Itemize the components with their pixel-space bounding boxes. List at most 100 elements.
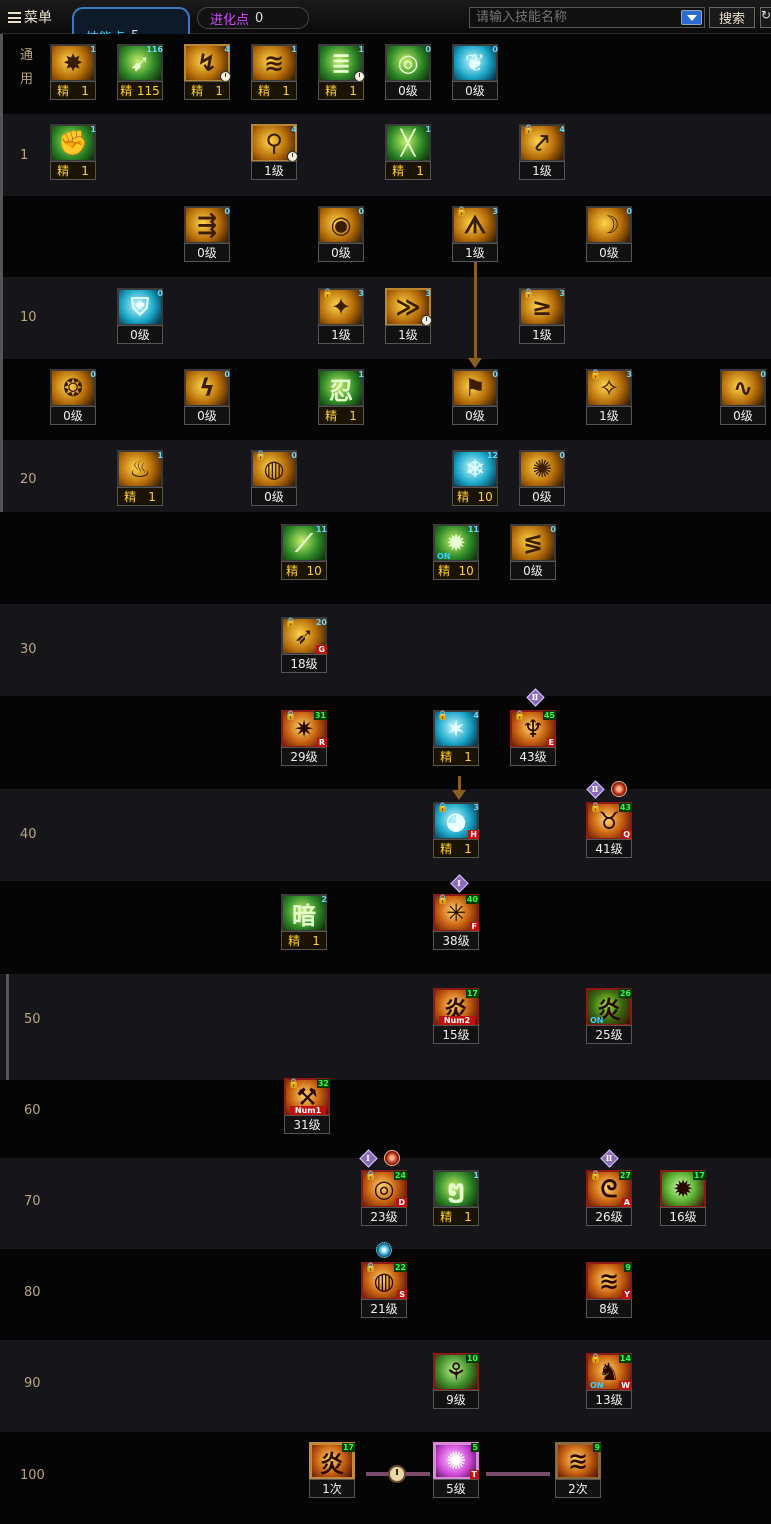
search-dropdown-button[interactable] [681,10,702,25]
row-level-30: 30 [0,604,771,696]
skill-l5-2[interactable]: ◉ 0 0级 [316,206,368,264]
tier-marker-label: Ⅰ [366,1153,370,1163]
skill-l80-1[interactable]: ◍ 🔒 22 S 21级 [359,1262,411,1320]
refresh-icon[interactable]: ↻ [760,7,771,28]
skill-level: 0级 [720,406,766,425]
skill-l20-1[interactable]: ♨ 1 精1 [115,450,167,508]
skill-l40-1[interactable]: ◕ 🔒 3 H 精1 [431,802,483,860]
skill-l10-2[interactable]: ✦ 🔒 3 1级 [316,288,368,346]
skill-l15-5[interactable]: ✧ 🔒 3 1级 [584,369,636,427]
skill-level: 21级 [361,1299,407,1318]
jing-value: 1 [312,933,320,948]
skill-l100-3[interactable]: ≋ 9 2次 [553,1442,605,1500]
skill-l70-3[interactable]: ᘓ 🔒 27 A 26级 [584,1170,636,1228]
skill-l35-1[interactable]: ✷ 🔒 31 R 29级 [279,710,331,768]
skill-l15-2[interactable]: ϟ 0 0级 [182,369,234,427]
evolution-points-value: 0 [255,10,264,26]
row-level-100: 100 [0,1432,771,1524]
skill-l15-4[interactable]: ⚑ 0 0级 [450,369,502,427]
skill-l80-2[interactable]: ≋ 9 Y 8级 [584,1262,636,1320]
skill-badge: 17 [465,989,479,998]
skill-badge: 4 [559,125,565,134]
skill-l25-3[interactable]: ≶ 0 0级 [508,524,560,582]
skill-l10-4[interactable]: ≥ 🔒 3 1级 [517,288,569,346]
skill-l20-3[interactable]: ❄ 12 精 10 [450,450,502,508]
skill-general-4[interactable]: ≋ 1 精1 [249,44,301,102]
jing-value: 10 [306,563,322,578]
skill-general-5[interactable]: ≣ 1 精1 [316,44,368,102]
row-level-25 [0,512,771,604]
jing-label: 精 [392,164,405,178]
lock-icon: 🔒 [523,125,535,135]
skill-l60-1[interactable]: ⚒ 🔒 32 Num1 31级 [282,1078,334,1136]
skill-l15-6[interactable]: ∿ 0 0级 [718,369,770,427]
search-button[interactable]: 搜索 [709,7,755,28]
skill-l40-2[interactable]: ♉ 🔒 43 Q 41级 [584,802,636,860]
skill-l1-3[interactable]: ╳ 1 精1 [383,124,435,182]
skill-general-6[interactable]: ◎ 0 0级 [383,44,435,102]
skill-l25-1[interactable]: ⟋ 11 精 10 [279,524,331,582]
hotkey-label: R [316,738,327,747]
skill-l45-1[interactable]: 暗 2 精1 [279,894,331,952]
spiral-skill-icon: ໆ [433,1170,479,1208]
skill-badge: 1 [425,125,431,134]
jing-label: 精 [258,84,271,98]
skill-l70-1[interactable]: ◎ 🔒 24 D 23级 [359,1170,411,1228]
jing-label: 精 [438,564,451,578]
skill-l10-1[interactable]: ⛨ 0 0级 [115,288,167,346]
skill-level: 18级 [281,654,327,673]
tier-2-marker-icon: Ⅱ [587,781,603,797]
skill-l1-1[interactable]: ✊ 1 精1 [48,124,100,182]
skill-l25-2[interactable]: ✹ 11 ON 精 10 [431,524,483,582]
skill-l5-1[interactable]: ⇶ 0 0级 [182,206,234,264]
skill-l90-2[interactable]: ♞ 🔒 14 W ON 13级 [584,1353,636,1411]
skill-l70-2[interactable]: ໆ 1 精1 [431,1170,483,1228]
skill-l5-3[interactable]: ᗑ 🔒 3 1级 [450,206,502,264]
skill-l15-3[interactable]: 忍 1 精1 [316,369,368,427]
skill-l35-3[interactable]: ♆ 🔒 45 E 43级 [508,710,560,768]
jing-label: 精 [325,409,338,423]
prereq-connector [474,262,477,360]
skill-general-1[interactable]: ✸ 1 精1 [48,44,100,102]
evolution-points-tab[interactable]: 进化点 0 [197,7,309,29]
skill-l20-2[interactable]: ◍ 🔒 0 0级 [249,450,301,508]
jing-label: 精 [57,164,70,178]
skill-l50-2[interactable]: 炎 26 ON 25级 [584,988,636,1046]
skill-l1-4[interactable]: ⤤ 🔒 4 1级 [517,124,569,182]
skill-l30-1[interactable]: ➶ 🔒 20 G 18级 [279,617,331,675]
burst-skill-icon: ❂ [50,369,96,407]
skill-l45-2[interactable]: ✳ 🔒 40 F 38级 [431,894,483,952]
skill-l90-1[interactable]: ⚘ 10 9级 [431,1353,483,1411]
skill-l100-1[interactable]: 炎 17 1次 [307,1442,359,1500]
skill-l50-1[interactable]: 炎 17 Num2 15级 [431,988,483,1046]
skill-level: 0级 [318,243,364,262]
skill-l15-1[interactable]: ❂ 0 0级 [48,369,100,427]
skill-badge: 0 [492,45,498,54]
row-label-60: 60 [24,1103,41,1118]
menu-button[interactable]: 菜单 [8,7,52,27]
skill-general-7[interactable]: ❦ 0 0级 [450,44,502,102]
skill-level: 1级 [586,406,632,425]
skill-l35-2[interactable]: ✶ 🔒 4 精1 [431,710,483,768]
skill-badge: 1 [291,45,297,54]
skill-level: 0级 [184,406,230,425]
skill-badge: 24 [393,1171,407,1180]
flag-skill-icon: ⚑ [452,369,498,407]
skill-l1-2[interactable]: ⚲ 4 1级 [249,124,301,182]
skill-tree-window: 菜单 技能点 5 进化点 0 搜索 ↻ 通 用 1 10 20 30 40 [0,0,771,1524]
skill-level: 13级 [586,1390,632,1409]
skill-badge: 1 [90,45,96,54]
skill-l70-4[interactable]: ✹ 17 16级 [658,1170,710,1228]
skill-search-input[interactable] [469,7,705,28]
skill-level: 5级 [433,1479,479,1498]
skill-badge: 0 [492,370,498,379]
skill-l100-2[interactable]: ✺ 5 T 5级 [431,1442,483,1500]
skill-general-2[interactable]: ➹ 116 精 115 [115,44,167,102]
skill-l10-3[interactable]: ≫ 3 1级 [383,288,435,346]
jing-value: 1 [464,841,472,856]
skill-general-3[interactable]: ↯ 4 精1 [182,44,234,102]
skill-level: 精1 [117,487,163,506]
skill-l20-4[interactable]: ✺ 0 0级 [517,450,569,508]
skill-l5-4[interactable]: ☽ 0 0级 [584,206,636,264]
skill-level: 2次 [555,1479,601,1498]
